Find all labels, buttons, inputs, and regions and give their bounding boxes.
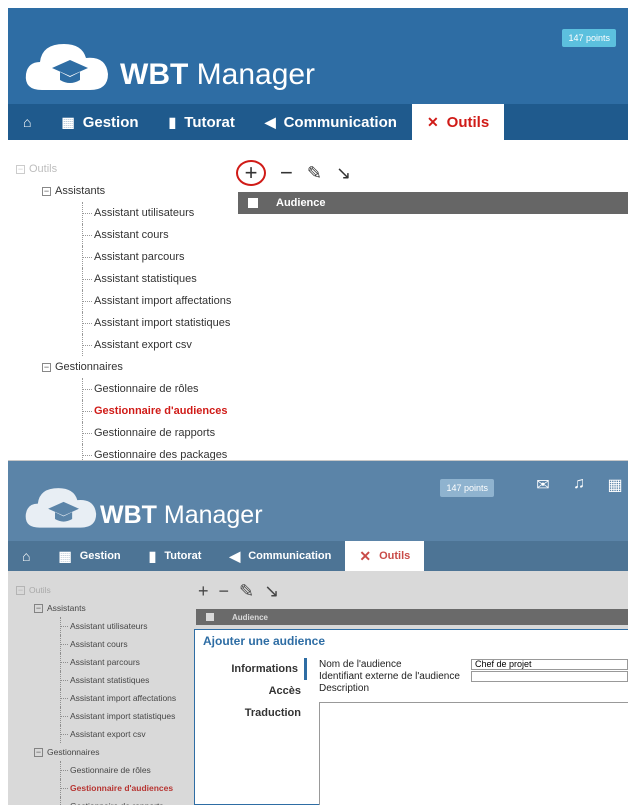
app-header: WBT Manager 147 points xyxy=(8,8,628,104)
dialog-form: Nom de l'audience Identifiant externe de… xyxy=(319,658,628,805)
form-row-external-id: Identifiant externe de l'audience xyxy=(319,670,628,682)
table-icon: ▦ xyxy=(58,547,72,564)
tree-item[interactable]: Assistant import affectations xyxy=(16,290,236,312)
tree-root[interactable]: − Outils xyxy=(16,158,236,180)
header-icons: ✉ ♫ ▦ xyxy=(534,475,624,495)
book-icon: ▮ xyxy=(148,547,157,564)
grid-header: Audience xyxy=(238,192,628,214)
collapse-icon[interactable]: − xyxy=(42,186,51,196)
nav-home[interactable]: ⌂ xyxy=(8,104,46,140)
collapse-icon[interactable]: − xyxy=(16,164,25,174)
tree-item[interactable]: Gestionnaire des packages xyxy=(16,444,236,460)
dialog-title: Ajouter une audience xyxy=(203,634,326,648)
tree-item[interactable]: Assistant import statistiques xyxy=(16,312,236,334)
nav-gestion[interactable]: ▦ Gestion xyxy=(46,104,153,140)
nav-communication[interactable]: ◀ Communication xyxy=(215,541,345,571)
add-icon[interactable]: + xyxy=(236,160,266,186)
tree-group-assistants[interactable]: − Assistants xyxy=(16,180,236,202)
home-icon: ⌂ xyxy=(23,114,32,130)
form-row-description: Description xyxy=(319,682,628,694)
nav-communication[interactable]: ◀ Communication xyxy=(250,104,412,140)
tools-icon: ✕ xyxy=(426,113,439,130)
tools-icon: ✕ xyxy=(359,547,372,564)
edit-pencil-icon[interactable]: ✎ xyxy=(307,163,322,184)
points-badge[interactable]: 147 points xyxy=(440,479,494,497)
table-icon: ▦ xyxy=(61,113,75,130)
external-id-label: Identifiant externe de l'audience xyxy=(319,670,460,682)
description-label: Description xyxy=(319,682,370,694)
tab-traduction[interactable]: Traduction xyxy=(225,702,307,724)
calendar-icon[interactable]: ▦ xyxy=(606,475,624,495)
nav-home[interactable]: ⌂ xyxy=(8,541,44,571)
tree-item[interactable]: Assistant export csv xyxy=(16,334,236,356)
screenshot-bottom: WBT Manager 147 points ✉ ♫ ▦ ⌂ ▦ Gestion … xyxy=(8,460,628,805)
tree-item[interactable]: Gestionnaire de rapports xyxy=(16,422,236,444)
screenshot-top: WBT Manager 147 points ⌂ ▦ Gestion ▮ Tutor… xyxy=(8,8,628,460)
tree-item-selected[interactable]: Gestionnaire d'audiences xyxy=(16,400,236,422)
cloud-graduation-logo-icon xyxy=(25,44,108,90)
tree-item[interactable]: Assistant statistiques xyxy=(16,268,236,290)
tab-informations[interactable]: Informations xyxy=(225,658,307,680)
mail-icon[interactable]: ✉ xyxy=(534,475,552,495)
app-title: WBT Manager xyxy=(100,501,263,529)
remove-icon[interactable]: − xyxy=(280,160,293,186)
nav-tutorat[interactable]: ▮ Tutorat xyxy=(135,541,216,571)
main-nav: ⌂ ▦ Gestion ▮ Tutorat ◀ Communication ✕ Outi… xyxy=(8,541,628,571)
points-badge[interactable]: 147 points xyxy=(562,29,616,47)
dialog-tabs: Informations Accès Traduction xyxy=(225,658,307,724)
app-header: WBT Manager 147 points ✉ ♫ ▦ xyxy=(8,461,628,541)
nav-outils[interactable]: ✕ Outils xyxy=(345,541,425,571)
book-icon: ▮ xyxy=(168,113,177,130)
tree-item[interactable]: Assistant utilisateurs xyxy=(16,202,236,224)
megaphone-icon: ◀ xyxy=(229,547,241,564)
megaphone-icon: ◀ xyxy=(264,113,276,130)
bell-icon[interactable]: ♫ xyxy=(570,475,588,495)
select-all-checkbox[interactable] xyxy=(248,198,258,208)
app-title: WBT Manager xyxy=(120,58,316,91)
tree-item[interactable]: Assistant parcours xyxy=(16,246,236,268)
form-row-name: Nom de l'audience xyxy=(319,658,628,670)
nav-tutorat[interactable]: ▮ Tutorat xyxy=(154,104,250,140)
main-nav: ⌂ ▦ Gestion ▮ Tutorat ◀ Communication ✕ Outi… xyxy=(8,104,628,140)
collapse-icon[interactable]: − xyxy=(42,362,51,372)
external-id-field[interactable] xyxy=(471,670,628,682)
tree-item[interactable]: Assistant cours xyxy=(16,224,236,246)
audience-name-field[interactable] xyxy=(471,658,628,670)
add-audience-dialog: Ajouter une audience Informations Accès … xyxy=(194,629,628,805)
tab-acces[interactable]: Accès xyxy=(225,680,307,702)
tree-group-gestionnaires[interactable]: − Gestionnaires xyxy=(16,356,236,378)
name-label: Nom de l'audience xyxy=(319,658,402,670)
export-icon[interactable]: ↘ xyxy=(336,163,351,184)
nav-gestion[interactable]: ▦ Gestion xyxy=(44,541,134,571)
home-icon: ⌂ xyxy=(22,548,31,564)
tools-tree: − Outils − Assistants Assistant utilisateu… xyxy=(16,158,236,460)
tree-item[interactable]: Gestionnaire de rôles xyxy=(16,378,236,400)
description-field[interactable] xyxy=(319,702,628,805)
nav-outils[interactable]: ✕ Outils xyxy=(411,104,505,140)
cloud-graduation-logo-icon xyxy=(25,488,97,528)
grid-toolbar: + − ✎ ↘ xyxy=(236,160,351,186)
